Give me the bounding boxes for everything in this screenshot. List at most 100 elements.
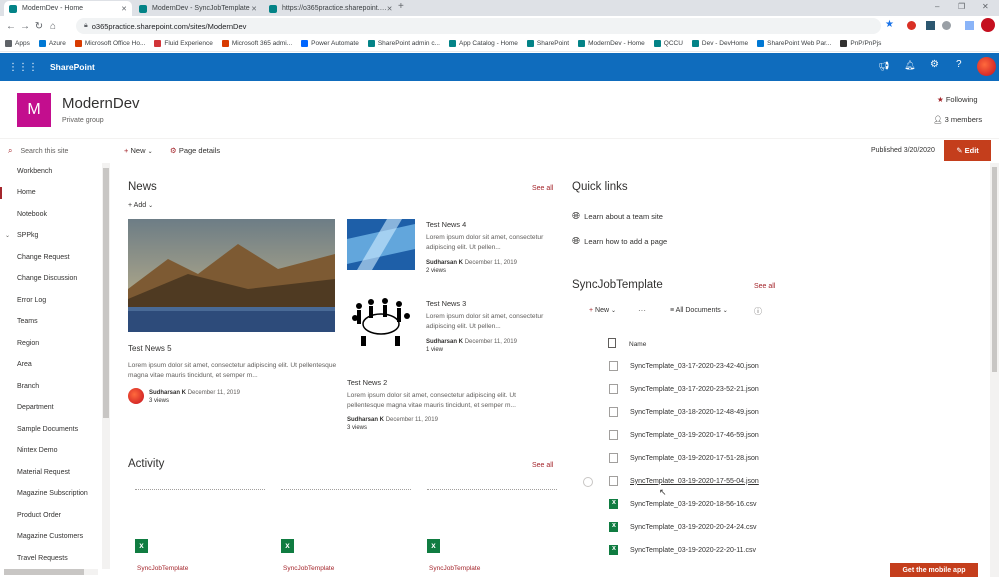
home-icon[interactable]: ⌂ bbox=[46, 21, 60, 32]
close-tab-icon[interactable]: ✕ bbox=[387, 5, 393, 13]
nav-item-teams[interactable]: Teams bbox=[17, 318, 38, 325]
activity-card-title[interactable]: SyncJobTemplate bbox=[429, 565, 480, 572]
nav-item-workbench[interactable]: Workbench bbox=[17, 168, 52, 175]
close-tab-icon[interactable]: ✕ bbox=[121, 5, 127, 13]
megaphone-icon[interactable]: 📢︎ bbox=[878, 61, 889, 72]
profile-avatar[interactable] bbox=[981, 18, 995, 32]
horizontal-scrollbar[interactable] bbox=[4, 569, 98, 575]
news-4-thumbnail[interactable] bbox=[347, 219, 415, 270]
bookmark-item[interactable]: SharePoint Web Par... bbox=[757, 40, 831, 47]
activity-see-all-link[interactable]: See all bbox=[532, 462, 553, 469]
document-row[interactable]: SyncTemplate_03-19-2020-22-20-11.csv bbox=[609, 545, 756, 555]
more-options-icon[interactable]: ··· bbox=[638, 306, 646, 315]
nav-item-region[interactable]: Region bbox=[17, 340, 39, 347]
restore-window-icon[interactable]: ❐ bbox=[958, 2, 965, 11]
nav-item-magazine-customers[interactable]: Magazine Customers bbox=[17, 533, 83, 540]
bookmark-star-icon[interactable]: ★ bbox=[885, 19, 894, 30]
user-avatar[interactable] bbox=[977, 57, 996, 76]
nav-item-change-request[interactable]: Change Request bbox=[17, 254, 70, 261]
bookmark-item[interactable]: Apps bbox=[5, 40, 30, 47]
document-name[interactable]: SyncTemplate_03-19-2020-17-55-04.json bbox=[630, 478, 759, 485]
document-name[interactable]: SyncTemplate_03-17-2020-23-52-21.json bbox=[630, 386, 759, 393]
bookmark-item[interactable]: Fluid Experience bbox=[154, 40, 213, 47]
page-scrollbar[interactable] bbox=[990, 163, 999, 577]
nav-item-notebook[interactable]: Notebook bbox=[17, 211, 47, 218]
new-tab-button[interactable]: + bbox=[398, 1, 404, 12]
browser-tab-moderndev-home[interactable]: ModernDev - Home ✕ bbox=[4, 1, 132, 16]
back-arrow-icon[interactable]: ← bbox=[4, 21, 18, 32]
nav-item-home[interactable]: Home bbox=[17, 189, 36, 196]
members-button[interactable]: 👤︎ 3 members bbox=[933, 115, 982, 124]
nav-item-change-discussion[interactable]: Change Discussion bbox=[17, 275, 77, 282]
browser-tab-url[interactable]: https://o365practice.sharepoint.… ✕ bbox=[264, 1, 393, 16]
bookmark-item[interactable]: ModernDev - Home bbox=[578, 40, 645, 47]
news-2-title[interactable]: Test News 2 bbox=[347, 378, 387, 387]
new-button[interactable]: + New ⌄ bbox=[124, 146, 153, 155]
help-icon[interactable]: ? bbox=[956, 59, 962, 70]
news-3-title[interactable]: Test News 3 bbox=[426, 299, 466, 308]
news-main-title[interactable]: Test News 5 bbox=[128, 344, 172, 353]
site-title[interactable]: ModernDev bbox=[62, 95, 140, 112]
forward-arrow-icon[interactable]: → bbox=[18, 21, 32, 32]
nav-item-nintex-demo[interactable]: Nintex Demo bbox=[17, 447, 57, 454]
activity-card-title[interactable]: SyncJobTemplate bbox=[137, 565, 188, 572]
quick-link-item[interactable]: 🌐︎ Learn how to add a page bbox=[572, 236, 667, 247]
nav-item-travel-requests[interactable]: Travel Requests bbox=[17, 555, 68, 562]
bookmark-item[interactable]: App Catalog - Home bbox=[449, 40, 518, 47]
document-row[interactable]: SyncTemplate_03-17-2020-23-42-40.json bbox=[609, 361, 759, 371]
chevron-down-icon[interactable]: ⌄ bbox=[5, 232, 10, 239]
bookmark-item[interactable]: Microsoft Office Ho... bbox=[74, 40, 145, 47]
site-logo[interactable]: M bbox=[17, 93, 51, 127]
file-type-header-icon[interactable] bbox=[608, 338, 616, 348]
app-launcher-icon[interactable]: ⋮⋮⋮ bbox=[8, 62, 38, 73]
document-name[interactable]: SyncTemplate_03-19-2020-17-51-28.json bbox=[630, 455, 759, 462]
library-new-button[interactable]: + New ⌄ bbox=[589, 307, 616, 314]
page-details-button[interactable]: ⚙ Page details bbox=[170, 146, 220, 155]
bookmark-item[interactable]: Dev - DevHome bbox=[691, 40, 748, 47]
document-row[interactable]: SyncTemplate_03-19-2020-17-55-04.json bbox=[609, 476, 759, 486]
settings-gear-icon[interactable]: ⚙ bbox=[930, 59, 939, 70]
view-selector[interactable]: ≡ All Documents ⌄ bbox=[670, 307, 728, 314]
extension-icon[interactable] bbox=[907, 21, 916, 30]
document-name[interactable]: SyncTemplate_03-17-2020-23-42-40.json bbox=[630, 363, 759, 370]
document-row[interactable]: SyncTemplate_03-19-2020-17-46-59.json bbox=[609, 430, 759, 440]
document-row[interactable]: SyncTemplate_03-17-2020-23-52-21.json bbox=[609, 384, 759, 394]
document-name[interactable]: SyncTemplate_03-19-2020-17-46-59.json bbox=[630, 432, 759, 439]
news-see-all-link[interactable]: See all bbox=[532, 185, 553, 192]
bookmark-item[interactable]: SharePoint admin c... bbox=[367, 40, 440, 47]
browser-tab-syncjobtemplate[interactable]: ModernDev - SyncJobTemplate ✕ bbox=[134, 1, 262, 16]
document-row[interactable]: SyncTemplate_03-19-2020-20-24-24.csv bbox=[609, 522, 756, 532]
address-bar[interactable]: 🔒︎ o365practice.sharepoint.com/sites/Mod… bbox=[76, 18, 881, 34]
activity-card-title[interactable]: SyncJobTemplate bbox=[283, 565, 334, 572]
edit-button[interactable]: ✎ Edit bbox=[944, 140, 991, 161]
name-column-header[interactable]: Name bbox=[629, 341, 646, 348]
scrollbar-thumb[interactable] bbox=[992, 167, 997, 372]
get-mobile-app-button[interactable]: Get the mobile app bbox=[890, 563, 978, 577]
library-see-all-link[interactable]: See all bbox=[754, 283, 775, 290]
nav-item-branch[interactable]: Branch bbox=[17, 383, 39, 390]
close-tab-icon[interactable]: ✕ bbox=[251, 5, 257, 13]
news-4-title[interactable]: Test News 4 bbox=[426, 220, 466, 229]
document-row[interactable]: SyncTemplate_03-19-2020-18-56-16.csv bbox=[609, 499, 756, 509]
news-3-thumbnail[interactable] bbox=[347, 296, 415, 347]
news-main-image[interactable] bbox=[128, 219, 335, 332]
document-name[interactable]: SyncTemplate_03-19-2020-22-20-11.csv bbox=[630, 547, 756, 554]
following-button[interactable]: ★ Following bbox=[937, 95, 978, 104]
bookmark-item[interactable]: PnP/PnPjs bbox=[840, 40, 881, 47]
nav-item-sample-documents[interactable]: Sample Documents bbox=[17, 426, 78, 433]
news-add-button[interactable]: + Add ⌄ bbox=[128, 202, 153, 209]
extension-icon[interactable] bbox=[965, 21, 974, 30]
row-select-circle[interactable] bbox=[583, 477, 593, 487]
quick-link-item[interactable]: 🌐︎ Learn about a team site bbox=[572, 211, 663, 222]
nav-item-product-order[interactable]: Product Order bbox=[17, 512, 61, 519]
library-heading[interactable]: SyncJobTemplate bbox=[572, 279, 663, 291]
close-window-icon[interactable]: ✕ bbox=[982, 2, 989, 11]
document-name[interactable]: SyncTemplate_03-19-2020-18-56-16.csv bbox=[630, 501, 756, 508]
left-nav-scrollbar[interactable] bbox=[102, 163, 110, 569]
bookmark-item[interactable]: Microsoft 365 admi... bbox=[221, 40, 292, 47]
bookmark-item[interactable]: SharePoint bbox=[526, 40, 569, 47]
nav-item-error-log[interactable]: Error Log bbox=[17, 297, 46, 304]
suite-app-name[interactable]: SharePoint bbox=[50, 62, 95, 72]
extension-icon[interactable] bbox=[926, 21, 935, 30]
bookmark-item[interactable]: Azure bbox=[38, 40, 66, 47]
